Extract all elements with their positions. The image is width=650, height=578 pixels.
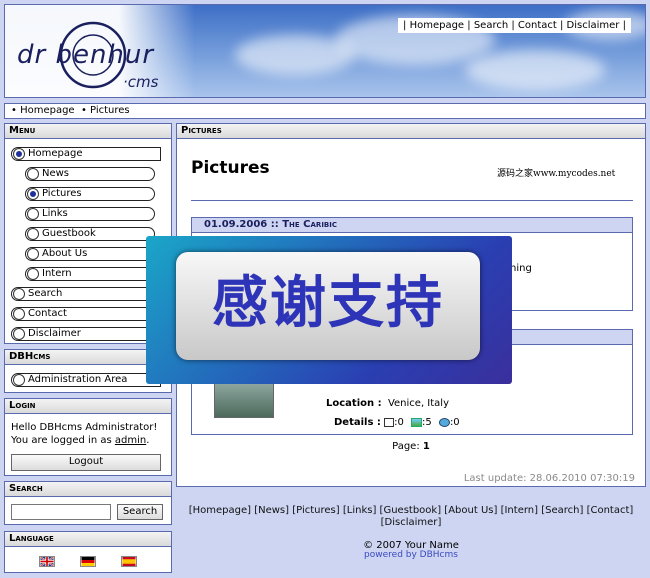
menu-item-intern[interactable]: Intern (25, 267, 155, 281)
menu-item-guestbook[interactable]: Guestbook (25, 227, 155, 241)
logout-button[interactable]: Logout (11, 454, 161, 471)
language-box: Language (4, 531, 172, 573)
footer-link-intern[interactable]: Intern (504, 505, 534, 516)
search-input[interactable] (11, 504, 111, 520)
pagination: Page: 1 (392, 441, 430, 452)
menu-item-label: Disclaimer (28, 328, 81, 339)
album-caribic-head[interactable]: 01.09.2006 :: The Caribic (192, 218, 632, 233)
footer-link-news[interactable]: News (258, 505, 285, 516)
topnav-contact[interactable]: Contact (518, 20, 557, 31)
menu-item-label: Administration Area (28, 374, 128, 385)
footer-link-pictures[interactable]: Pictures (296, 505, 336, 516)
menu-item-homepage[interactable]: Homepage (11, 147, 161, 161)
topnav-search[interactable]: Search (474, 20, 508, 31)
radio-icon (27, 268, 39, 280)
topnav-disclaimer[interactable]: Disclaimer (567, 20, 620, 31)
menu-title: Menu (5, 124, 171, 139)
radio-icon (13, 148, 25, 160)
footer-link-about-us[interactable]: About Us (448, 505, 493, 516)
footer-link-disclaimer[interactable]: Disclaimer (385, 517, 438, 528)
powered-by[interactable]: powered by DBHcms (176, 550, 646, 560)
menu-item-pictures[interactable]: Pictures (25, 187, 155, 201)
uk-flag-icon[interactable] (39, 556, 55, 567)
logo-text: dr benhur (17, 40, 155, 70)
menu-item-about-us[interactable]: About Us (25, 247, 155, 261)
watermark-text: 源码之家www.mycodes.net (497, 169, 616, 179)
site-header: dr benhur ·cms | Homepage | Search | Con… (4, 4, 646, 98)
menu-item-contact[interactable]: Contact (11, 307, 161, 321)
pictures-icon (411, 417, 423, 427)
radio-icon (13, 328, 25, 340)
login-title: Login (5, 399, 171, 414)
details-row: Details : :0 :5 :0 (334, 417, 460, 428)
menu-item-label: Links (42, 208, 68, 219)
menu-item-label: Homepage (28, 148, 83, 159)
album-venice-thumbnail[interactable] (214, 382, 274, 418)
footer-link-guestbook[interactable]: Guestbook (383, 505, 437, 516)
thanks-banner: 感谢支持 (146, 236, 512, 384)
top-navigation: | Homepage | Search | Contact | Disclaim… (398, 18, 631, 33)
radio-icon (27, 188, 39, 200)
footer-link-links[interactable]: Links (347, 505, 373, 516)
page-number[interactable]: 1 (423, 441, 430, 452)
login-status: You are logged in as admin. (11, 435, 150, 446)
menu-item-label: Intern (42, 268, 72, 279)
breadcrumb: • Homepage • Pictures (4, 103, 646, 119)
radio-icon (27, 248, 39, 260)
last-update: Last update: 28.06.2010 07:30:19 (463, 473, 635, 484)
login-greeting: Hello DBHcms Administrator! (11, 422, 158, 433)
menu-item-label: Pictures (42, 188, 82, 199)
menu-item-disclaimer[interactable]: Disclaimer (11, 327, 161, 341)
menu-item-label: Search (28, 288, 63, 299)
search-box: Search Search (4, 481, 172, 525)
radio-icon (13, 308, 25, 320)
menu-item-label: Guestbook (42, 228, 96, 239)
views-icon (438, 417, 450, 427)
footer-links: [Homepage] [News] [Pictures] [Links] [Gu… (188, 505, 634, 528)
comments-icon (384, 417, 395, 427)
germany-flag-icon[interactable] (80, 556, 96, 567)
footer-link-homepage[interactable]: Homepage (193, 505, 248, 516)
footer-link-contact[interactable]: Contact (590, 505, 629, 516)
footer-link-search[interactable]: Search (545, 505, 579, 516)
menu-item-label: About Us (42, 248, 88, 259)
search-button[interactable]: Search (117, 504, 163, 520)
login-username-link[interactable]: admin (115, 435, 146, 446)
album-caribic-text: ning (510, 263, 532, 274)
login-box: Login Hello DBHcms Administrator! You ar… (4, 398, 172, 476)
radio-icon (27, 208, 39, 220)
menu-item-administration-area[interactable]: Administration Area (11, 373, 161, 387)
language-title: Language (5, 532, 171, 547)
radio-icon (13, 374, 25, 386)
thanks-banner-text: 感谢支持 (212, 270, 444, 336)
title-divider (191, 200, 633, 201)
site-logo[interactable]: dr benhur ·cms (13, 15, 183, 93)
radio-icon (27, 168, 39, 180)
breadcrumb-homepage[interactable]: Homepage (20, 105, 75, 116)
menu-item-label: News (42, 168, 70, 179)
search-title: Search (5, 482, 171, 497)
breadcrumb-pictures[interactable]: Pictures (90, 105, 130, 116)
menu-item-links[interactable]: Links (25, 207, 155, 221)
radio-icon (27, 228, 39, 240)
radio-icon (13, 288, 25, 300)
content-header: Pictures (177, 124, 645, 139)
spain-flag-icon[interactable] (121, 556, 137, 567)
page-title: Pictures (191, 158, 270, 178)
topnav-homepage[interactable]: Homepage (410, 20, 465, 31)
location-row: Location : Venice, Italy (326, 398, 450, 409)
menu-item-search[interactable]: Search (11, 287, 161, 301)
menu-item-news[interactable]: News (25, 167, 155, 181)
logo-suffix: ·cms (123, 73, 159, 91)
menu-item-label: Contact (28, 308, 67, 319)
